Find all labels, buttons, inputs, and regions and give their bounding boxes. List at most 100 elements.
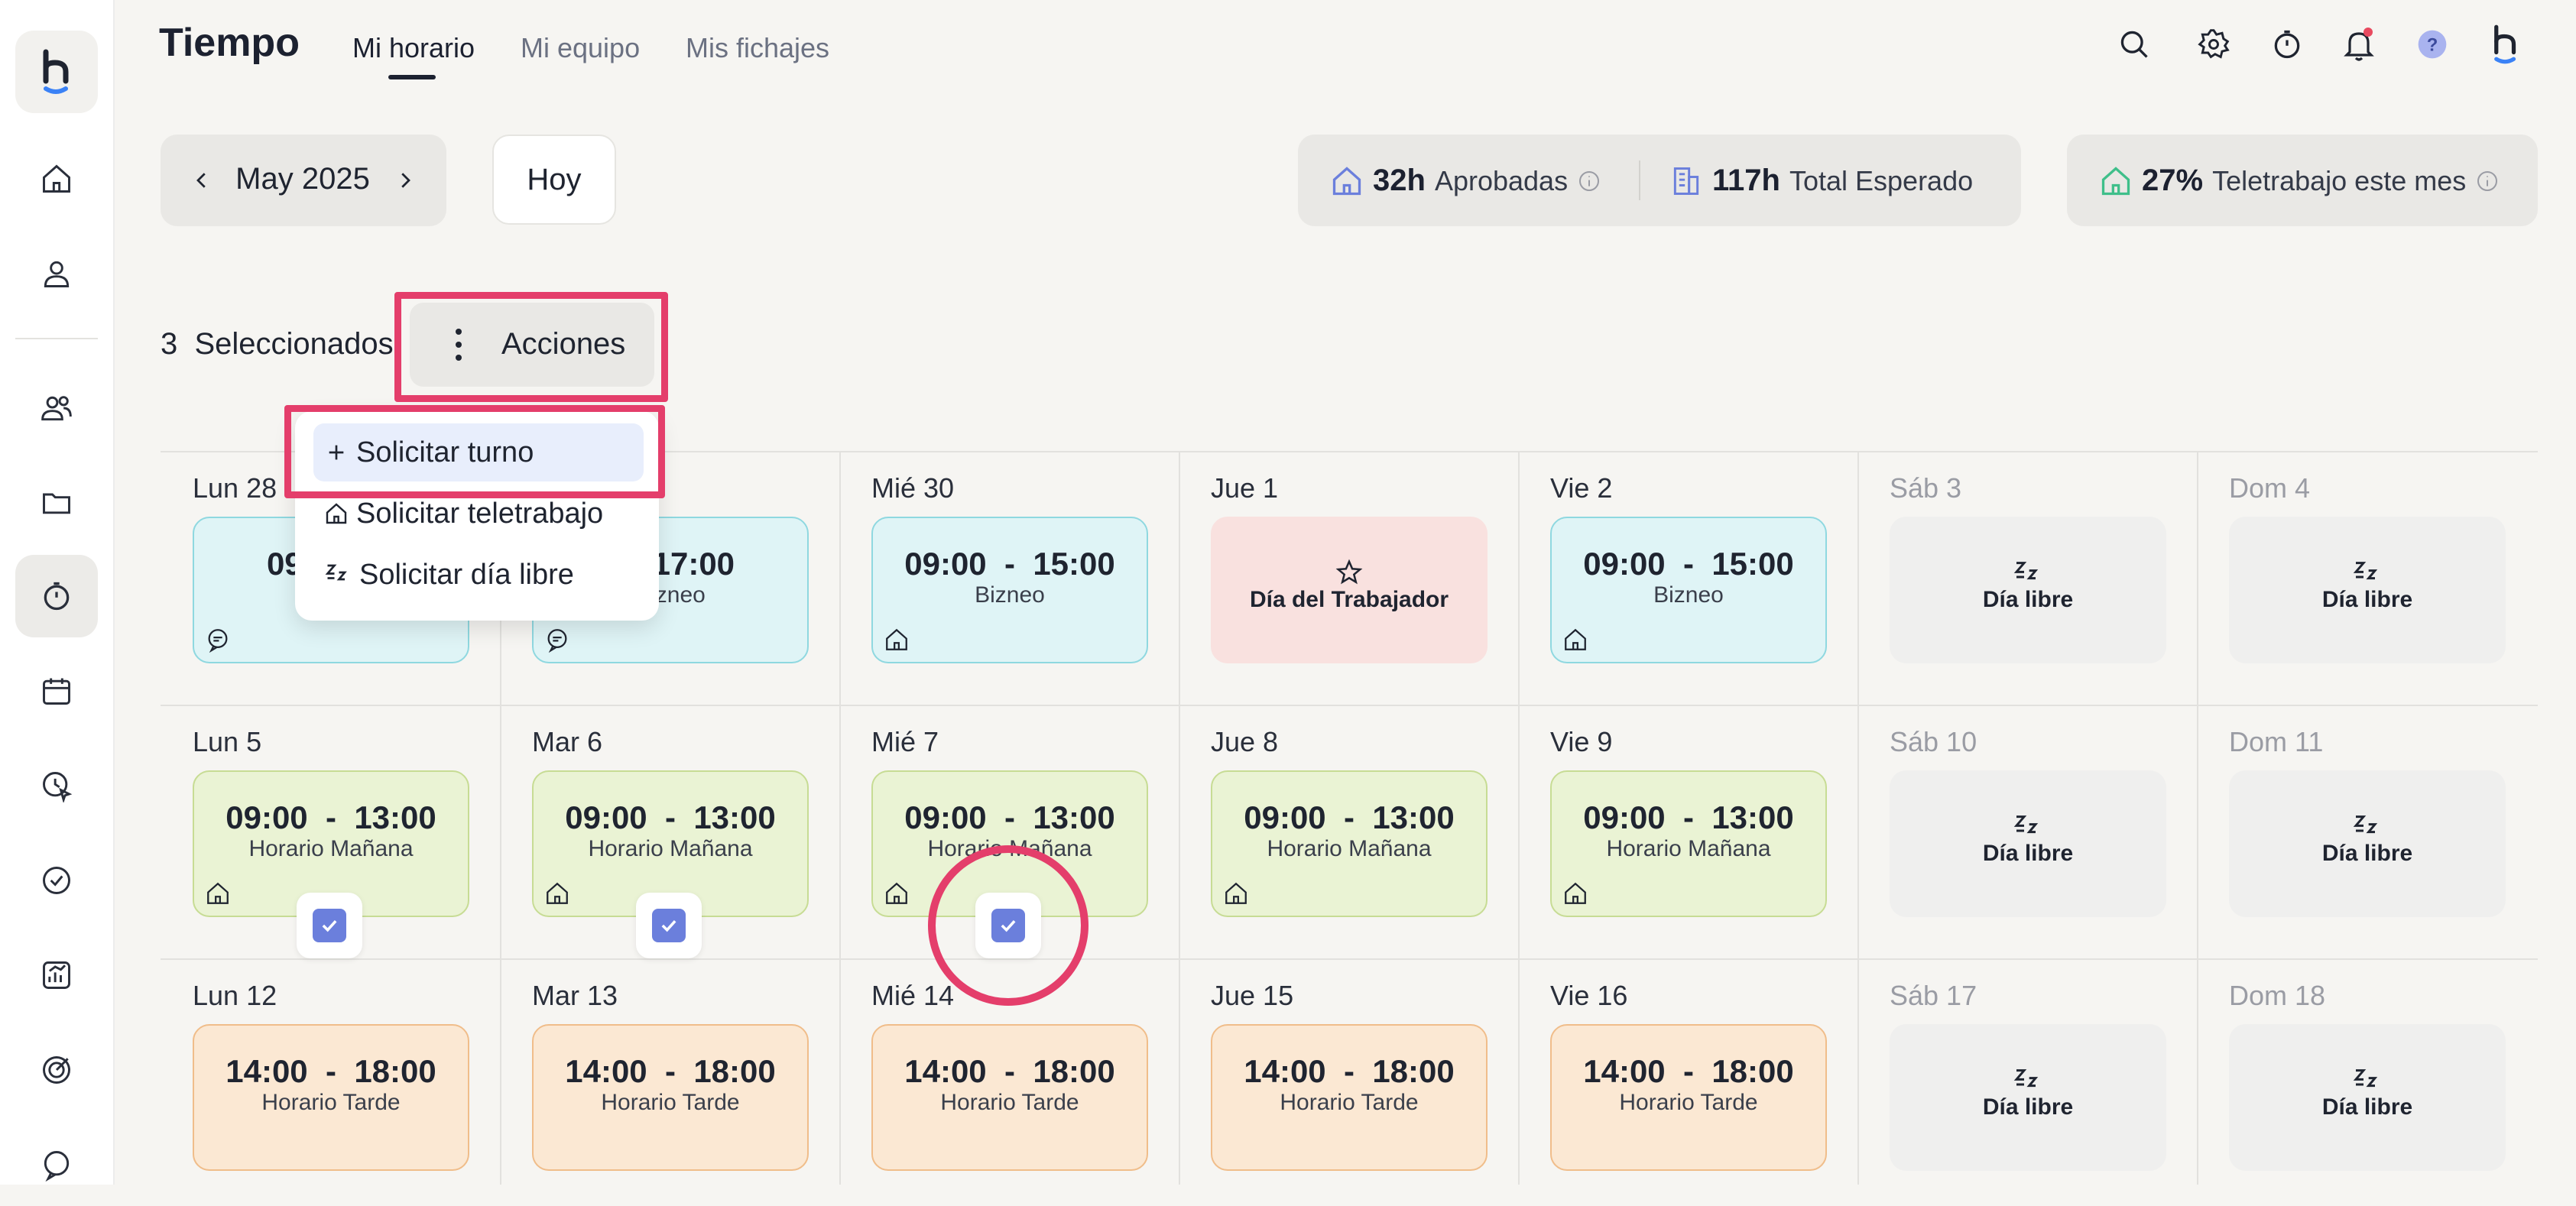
search-icon[interactable] xyxy=(2113,23,2156,66)
grid-line xyxy=(161,958,2538,960)
chevron-left-icon[interactable] xyxy=(179,157,225,203)
shift-card[interactable]: 09:00 - 13:00 Horario Mañana xyxy=(1550,770,1827,917)
timer-icon[interactable] xyxy=(15,555,98,637)
selected-count: 3 Seleccionados xyxy=(161,327,394,361)
folder-icon[interactable] xyxy=(15,462,98,544)
home-icon xyxy=(884,627,911,654)
shift-card[interactable]: 14:00 - 18:00 Horario Tarde xyxy=(193,1024,469,1171)
menu-item-label: Solicitar teletrabajo xyxy=(356,497,604,530)
day-off-card[interactable]: Día libre xyxy=(2229,1024,2506,1171)
check-icon xyxy=(322,919,337,932)
highlight-solicitar-turno xyxy=(284,405,665,498)
sleep-icon xyxy=(325,564,347,581)
shift-name: Horario Tarde xyxy=(940,1090,1079,1115)
info-icon[interactable] xyxy=(1577,169,1601,193)
bell-icon[interactable] xyxy=(2338,23,2380,66)
shift-card[interactable]: 09:00 - 13:00 Horario Mañana xyxy=(1211,770,1488,917)
shift-card[interactable]: 14:00 - 18:00 Horario Tarde xyxy=(1211,1024,1488,1171)
sleep-icon xyxy=(1890,558,2166,588)
building-icon xyxy=(1673,167,1699,195)
highlight-actions-button xyxy=(394,292,668,402)
day-off-card[interactable]: Día libre xyxy=(1890,1024,2166,1171)
shift-card[interactable]: 09:00 - 15:00 Bizneo xyxy=(871,517,1148,663)
svg-text:?: ? xyxy=(2427,34,2438,55)
shift-time: 09:00 - 13:00 xyxy=(1244,799,1455,835)
home-icon xyxy=(2101,166,2130,195)
home-icon xyxy=(326,503,347,524)
bizneo-logo[interactable] xyxy=(15,31,98,113)
grid-line xyxy=(2197,451,2198,1185)
holiday-label: Día del Trabajador xyxy=(1249,587,1449,612)
day-label: Dom 18 xyxy=(2229,980,2326,1011)
tab-mis-fichajes[interactable]: Mis fichajes xyxy=(686,32,829,64)
day-label: Jue 1 xyxy=(1211,472,1279,504)
calendar-icon[interactable] xyxy=(15,650,98,732)
avatar[interactable] xyxy=(2484,23,2527,66)
day-off-label: Día libre xyxy=(2321,841,2413,866)
sleep-icon xyxy=(1890,1065,2166,1096)
home-icon xyxy=(544,880,572,908)
day-label: Mié 7 xyxy=(871,726,939,757)
chevron-right-icon[interactable] xyxy=(382,157,428,203)
day-label: Vie 2 xyxy=(1550,472,1613,504)
target-icon[interactable] xyxy=(15,1029,98,1111)
shift-time: 09:00 - 13:00 xyxy=(225,799,436,835)
shift-card[interactable]: 14:00 - 18:00 Horario Tarde xyxy=(532,1024,809,1171)
stopwatch-icon[interactable] xyxy=(2266,23,2308,66)
active-tab-indicator xyxy=(388,75,436,79)
shift-time: 14:00 - 18:00 xyxy=(904,1053,1115,1089)
user-icon[interactable] xyxy=(15,232,98,315)
holiday-card[interactable]: Día del Trabajador xyxy=(1211,517,1488,663)
hours-summary: 32h Aprobadas 117h Total Esperado xyxy=(1298,135,2021,226)
shift-name: Horario Tarde xyxy=(601,1090,740,1115)
analytics-icon[interactable] xyxy=(15,934,98,1016)
clock-cursor-icon[interactable] xyxy=(15,744,98,827)
shift-card[interactable]: 14:00 - 18:00 Horario Tarde xyxy=(871,1024,1148,1171)
expected-hours: 117h Total Esperado xyxy=(1669,164,1973,198)
gear-icon[interactable] xyxy=(2192,23,2235,66)
day-label: Jue 8 xyxy=(1211,726,1279,757)
day-label: Dom 11 xyxy=(2229,726,2324,757)
shift-name: Horario Mañana xyxy=(1267,836,1432,861)
select-checkbox-lun-5[interactable] xyxy=(297,893,362,958)
sleep-icon xyxy=(2229,812,2506,842)
home-icon xyxy=(205,880,232,908)
shift-name: Horario Tarde xyxy=(1619,1090,1758,1115)
team-icon[interactable] xyxy=(15,367,98,449)
day-off-card[interactable]: Día libre xyxy=(1890,770,2166,917)
day-off-label: Día libre xyxy=(2321,587,2413,612)
shift-name: Horario Mañana xyxy=(1606,836,1771,861)
tab-mi-equipo[interactable]: Mi equipo xyxy=(521,32,640,64)
home-icon xyxy=(1332,166,1361,195)
day-off-label: Día libre xyxy=(1982,841,2074,866)
info-icon[interactable] xyxy=(2475,169,2500,193)
home-icon xyxy=(1562,627,1590,654)
remote-work-label: Teletrabajo este mes xyxy=(2212,164,2467,196)
tab-mi-horario[interactable]: Mi horario xyxy=(352,32,475,64)
shift-time: 14:00 - 18:00 xyxy=(1583,1053,1794,1089)
day-label: Sáb 17 xyxy=(1890,980,1977,1011)
shift-card[interactable]: 09:00 - 15:00 Bizneo xyxy=(1550,517,1827,663)
today-button[interactable]: Hoy xyxy=(492,135,616,225)
stats-divider xyxy=(1639,160,1640,200)
day-label: Dom 4 xyxy=(2229,472,2311,504)
day-off-card[interactable]: Día libre xyxy=(2229,517,2506,663)
help-icon[interactable]: ? xyxy=(2411,23,2454,66)
grid-line xyxy=(1518,451,1520,1185)
menu-item-label: Solicitar día libre xyxy=(359,558,574,591)
chat-icon[interactable] xyxy=(15,1123,98,1206)
day-off-card[interactable]: Día libre xyxy=(2229,770,2506,917)
home-icon[interactable] xyxy=(15,138,98,220)
day-label: Lun 5 xyxy=(193,726,262,757)
remote-work-summary: 27% Teletrabajo este mes xyxy=(2067,135,2538,226)
check-circle-icon[interactable] xyxy=(15,839,98,922)
grid-line xyxy=(1857,451,1859,1185)
comment-icon xyxy=(205,627,232,654)
menu-item-solicitar-dia-libre[interactable]: Solicitar día libre xyxy=(313,546,574,604)
select-checkbox-mar-6[interactable] xyxy=(636,893,702,958)
expected-hours-label: Total Esperado xyxy=(1789,164,1974,196)
star-icon xyxy=(1211,558,1488,587)
shift-card[interactable]: 14:00 - 18:00 Horario Tarde xyxy=(1550,1024,1827,1171)
day-off-card[interactable]: Día libre xyxy=(1890,517,2166,663)
grid-line xyxy=(839,451,841,1185)
